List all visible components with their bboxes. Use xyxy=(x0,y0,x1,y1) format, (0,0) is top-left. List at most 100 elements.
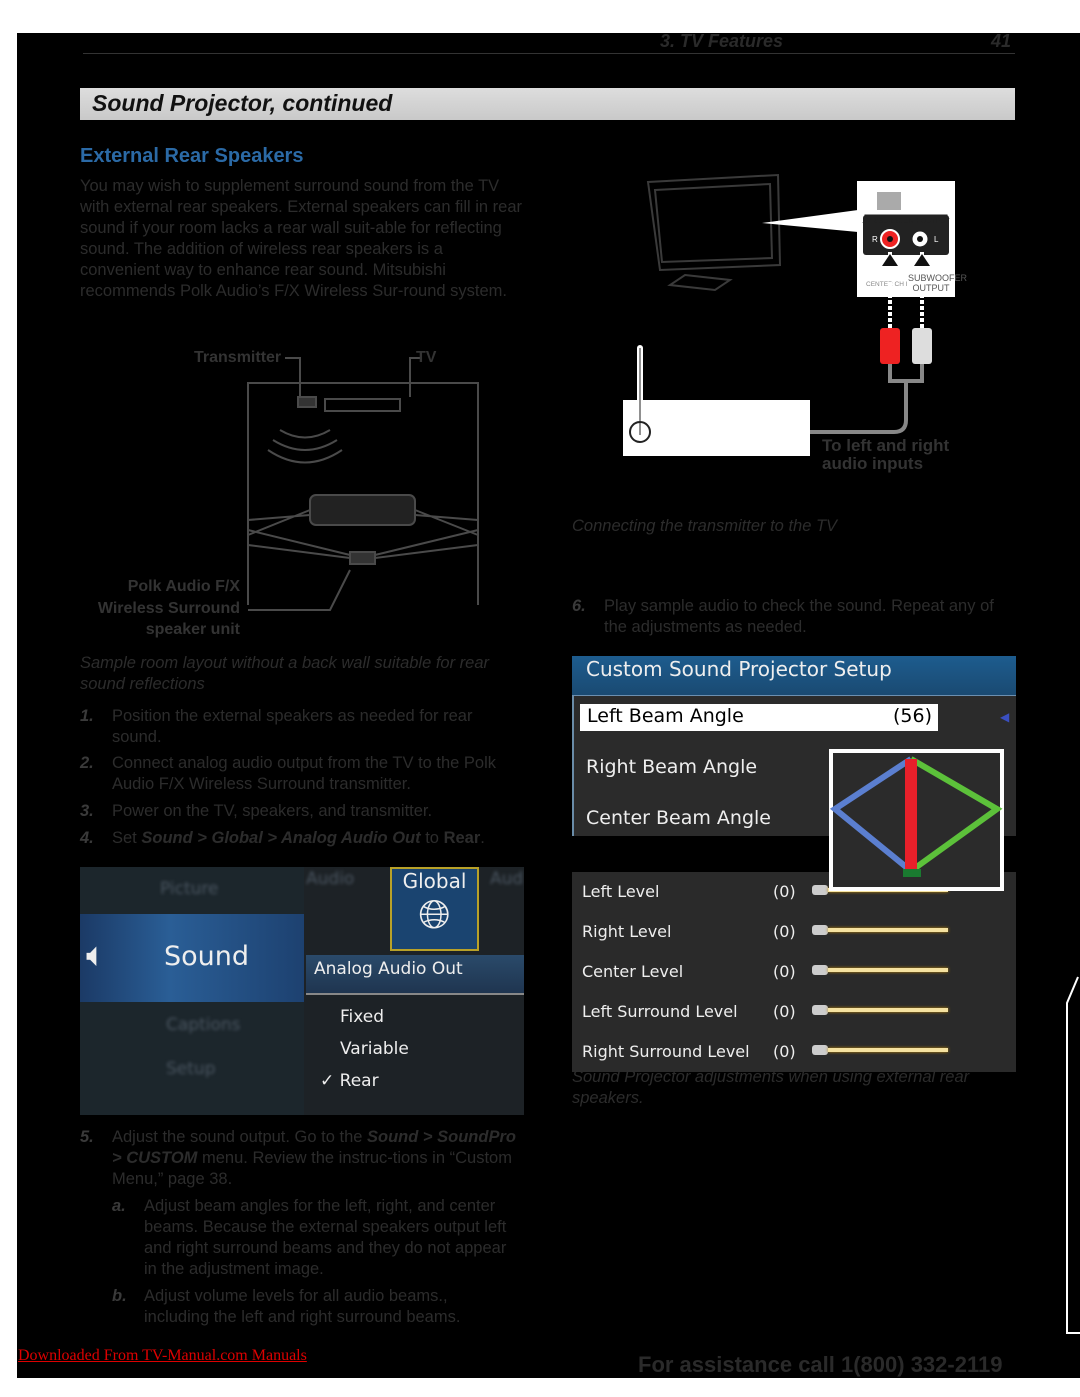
step-text: Position the external speakers as needed… xyxy=(112,707,473,746)
port-l-label: L xyxy=(934,235,939,244)
right-beam-angle-row[interactable]: Right Beam Angle xyxy=(586,756,757,778)
step-number: 5. xyxy=(80,1128,94,1146)
option-variable[interactable]: Variable xyxy=(340,1039,409,1059)
step-5a: a. Adjust beam angles for the left, right… xyxy=(112,1196,517,1280)
level-row[interactable]: Center Level (0) xyxy=(572,952,1016,992)
step-5b: b. Adjust volume levels for all audio bea… xyxy=(112,1286,517,1328)
section-header: 3. TV Features xyxy=(660,31,784,51)
step-letter: b. xyxy=(112,1287,127,1305)
speaker-unit-label-line: Polk Audio F/X xyxy=(127,578,240,595)
setup-title: Custom Sound Projector Setup xyxy=(586,657,892,681)
connection-diagram: AVR/SURROUND OUTPUT R L CENTER CH INPUT xyxy=(623,173,955,456)
step-1: 1. Position the external speakers as need… xyxy=(80,706,525,748)
tv-menu-screenshot: Picture 🔈︎ Sound Captions Setup Audio Gl… xyxy=(80,867,524,1115)
level-slider[interactable] xyxy=(812,1005,948,1015)
menu-item-picture[interactable]: Picture xyxy=(160,879,218,899)
setup-caption: Sound Projector adjustments when using e… xyxy=(572,1068,970,1107)
port-r-label: R xyxy=(872,235,878,244)
level-label: Left Surround Level xyxy=(582,1002,738,1021)
transmitter-label: Transmitter xyxy=(194,349,282,366)
left-beam-angle-row[interactable]: Left Beam Angle (56) xyxy=(580,704,938,731)
level-slider[interactable] xyxy=(812,965,948,975)
check-icon: ✓ xyxy=(320,1071,340,1091)
transmitter-box xyxy=(623,400,810,456)
level-value: (0) xyxy=(773,922,796,941)
level-row[interactable]: Right Surround Level (0) xyxy=(572,1032,1016,1072)
step-text: Adjust the sound output. Go to the xyxy=(112,1128,368,1146)
level-label: Left Level xyxy=(582,882,660,901)
step-number: 6. xyxy=(572,597,586,615)
menu-item-label: Sound xyxy=(164,941,250,972)
step-letter: a. xyxy=(112,1197,126,1215)
sofa-shape xyxy=(309,494,416,526)
step-3: 3. Power on the TV, speakers, and transmi… xyxy=(80,801,525,822)
beam-adjustment-image xyxy=(829,749,1004,891)
speaker-icon: 🔈︎ xyxy=(86,935,107,975)
center-beam-angle-row[interactable]: Center Beam Angle xyxy=(586,807,771,829)
tab-audio-2[interactable]: Aud xyxy=(490,869,523,889)
option-label: Rear xyxy=(339,1071,379,1091)
intro-paragraph: You may wish to supplement surround soun… xyxy=(80,177,523,300)
page-title: Sound Projector, continued xyxy=(80,88,1015,120)
white-rca-plug xyxy=(912,328,932,364)
tab-label: Global xyxy=(402,869,467,893)
option-rear[interactable]: ✓ Rear xyxy=(320,1071,379,1091)
audio-inputs-label: To left and right audio inputs xyxy=(822,437,949,473)
level-row[interactable]: Left Surround Level (0) xyxy=(572,992,1016,1032)
step-2: 2. Connect analog audio output from the T… xyxy=(80,753,525,795)
page-edge-line xyxy=(1066,976,1080,1334)
level-slider[interactable] xyxy=(812,1045,948,1055)
step-4: 4. Set Sound > Global > Analog Audio Out … xyxy=(80,828,525,849)
tab-audio[interactable]: Audio xyxy=(306,869,354,889)
row-label: Left Beam Angle xyxy=(587,705,744,727)
header-rule xyxy=(83,53,1015,54)
label-line: To left and right xyxy=(822,436,950,455)
menu-item-setup[interactable]: Setup xyxy=(166,1059,215,1079)
subwoofer-label: SUBWOOFER OUTPUT xyxy=(908,273,968,293)
level-value: (0) xyxy=(773,1002,796,1021)
option-fixed[interactable]: Fixed xyxy=(340,1007,384,1027)
level-value: (0) xyxy=(773,962,796,981)
speaker-unit-label-line: Wireless Surround xyxy=(97,599,240,617)
step-text: Set xyxy=(112,829,142,847)
globe-icon: 🌐︎ xyxy=(418,892,451,938)
left-arrow-icon[interactable]: ◀ xyxy=(1000,710,1009,724)
level-row[interactable]: Right Level (0) xyxy=(572,912,1016,952)
tab-global[interactable]: Global 🌐︎ xyxy=(390,867,479,951)
row-value: (56) xyxy=(892,705,932,727)
level-slider[interactable] xyxy=(812,925,948,935)
level-label: Right Surround Level xyxy=(582,1042,750,1061)
audio-cable xyxy=(810,364,924,434)
level-value: (0) xyxy=(773,1042,796,1061)
step-6: 6. Play sample audio to check the sound. … xyxy=(572,596,1017,638)
step-text: . xyxy=(480,829,485,847)
step-text: to xyxy=(420,829,444,847)
tv-shape xyxy=(324,398,401,412)
step-text: Play sample audio to check the sound. Re… xyxy=(604,597,994,636)
step-number: 4. xyxy=(80,829,94,847)
level-label: Center Level xyxy=(582,962,684,981)
step-5: 5. Adjust the sound output. Go to the Sou… xyxy=(80,1127,525,1190)
tv-label: TV xyxy=(416,349,437,366)
level-label: Right Level xyxy=(582,922,672,941)
label-line: audio inputs xyxy=(822,454,924,473)
step-text: Connect analog audio output from the TV … xyxy=(112,754,497,793)
panel-label: AVR/SURROUND OUTPUT xyxy=(863,218,951,225)
speaker-unit-label-line: speaker unit xyxy=(145,621,240,638)
setting-value: Rear xyxy=(443,829,481,847)
step-number: 1. xyxy=(80,707,94,725)
level-value: (0) xyxy=(773,882,796,901)
analog-audio-out-setting[interactable]: Analog Audio Out xyxy=(314,959,463,979)
step-text: Power on the TV, speakers, and transmitt… xyxy=(112,802,433,820)
step-number: 3. xyxy=(80,802,94,820)
room-caption: Sample room layout without a back wall s… xyxy=(80,654,490,693)
menu-item-captions[interactable]: Captions xyxy=(166,1015,241,1035)
step-number: 2. xyxy=(80,754,94,772)
section-heading: External Rear Speakers xyxy=(80,145,304,167)
page-number: 41 xyxy=(991,31,1012,51)
connection-caption: Connecting the transmitter to the TV xyxy=(572,517,838,535)
callout-beam xyxy=(762,210,858,232)
download-link[interactable]: Downloaded From TV-Manual.com Manuals xyxy=(18,1347,307,1365)
assistance-footer: For assistance call 1(800) 332-2119 xyxy=(638,1352,1003,1377)
step-text: Adjust beam angles for the left, right, … xyxy=(144,1197,507,1278)
